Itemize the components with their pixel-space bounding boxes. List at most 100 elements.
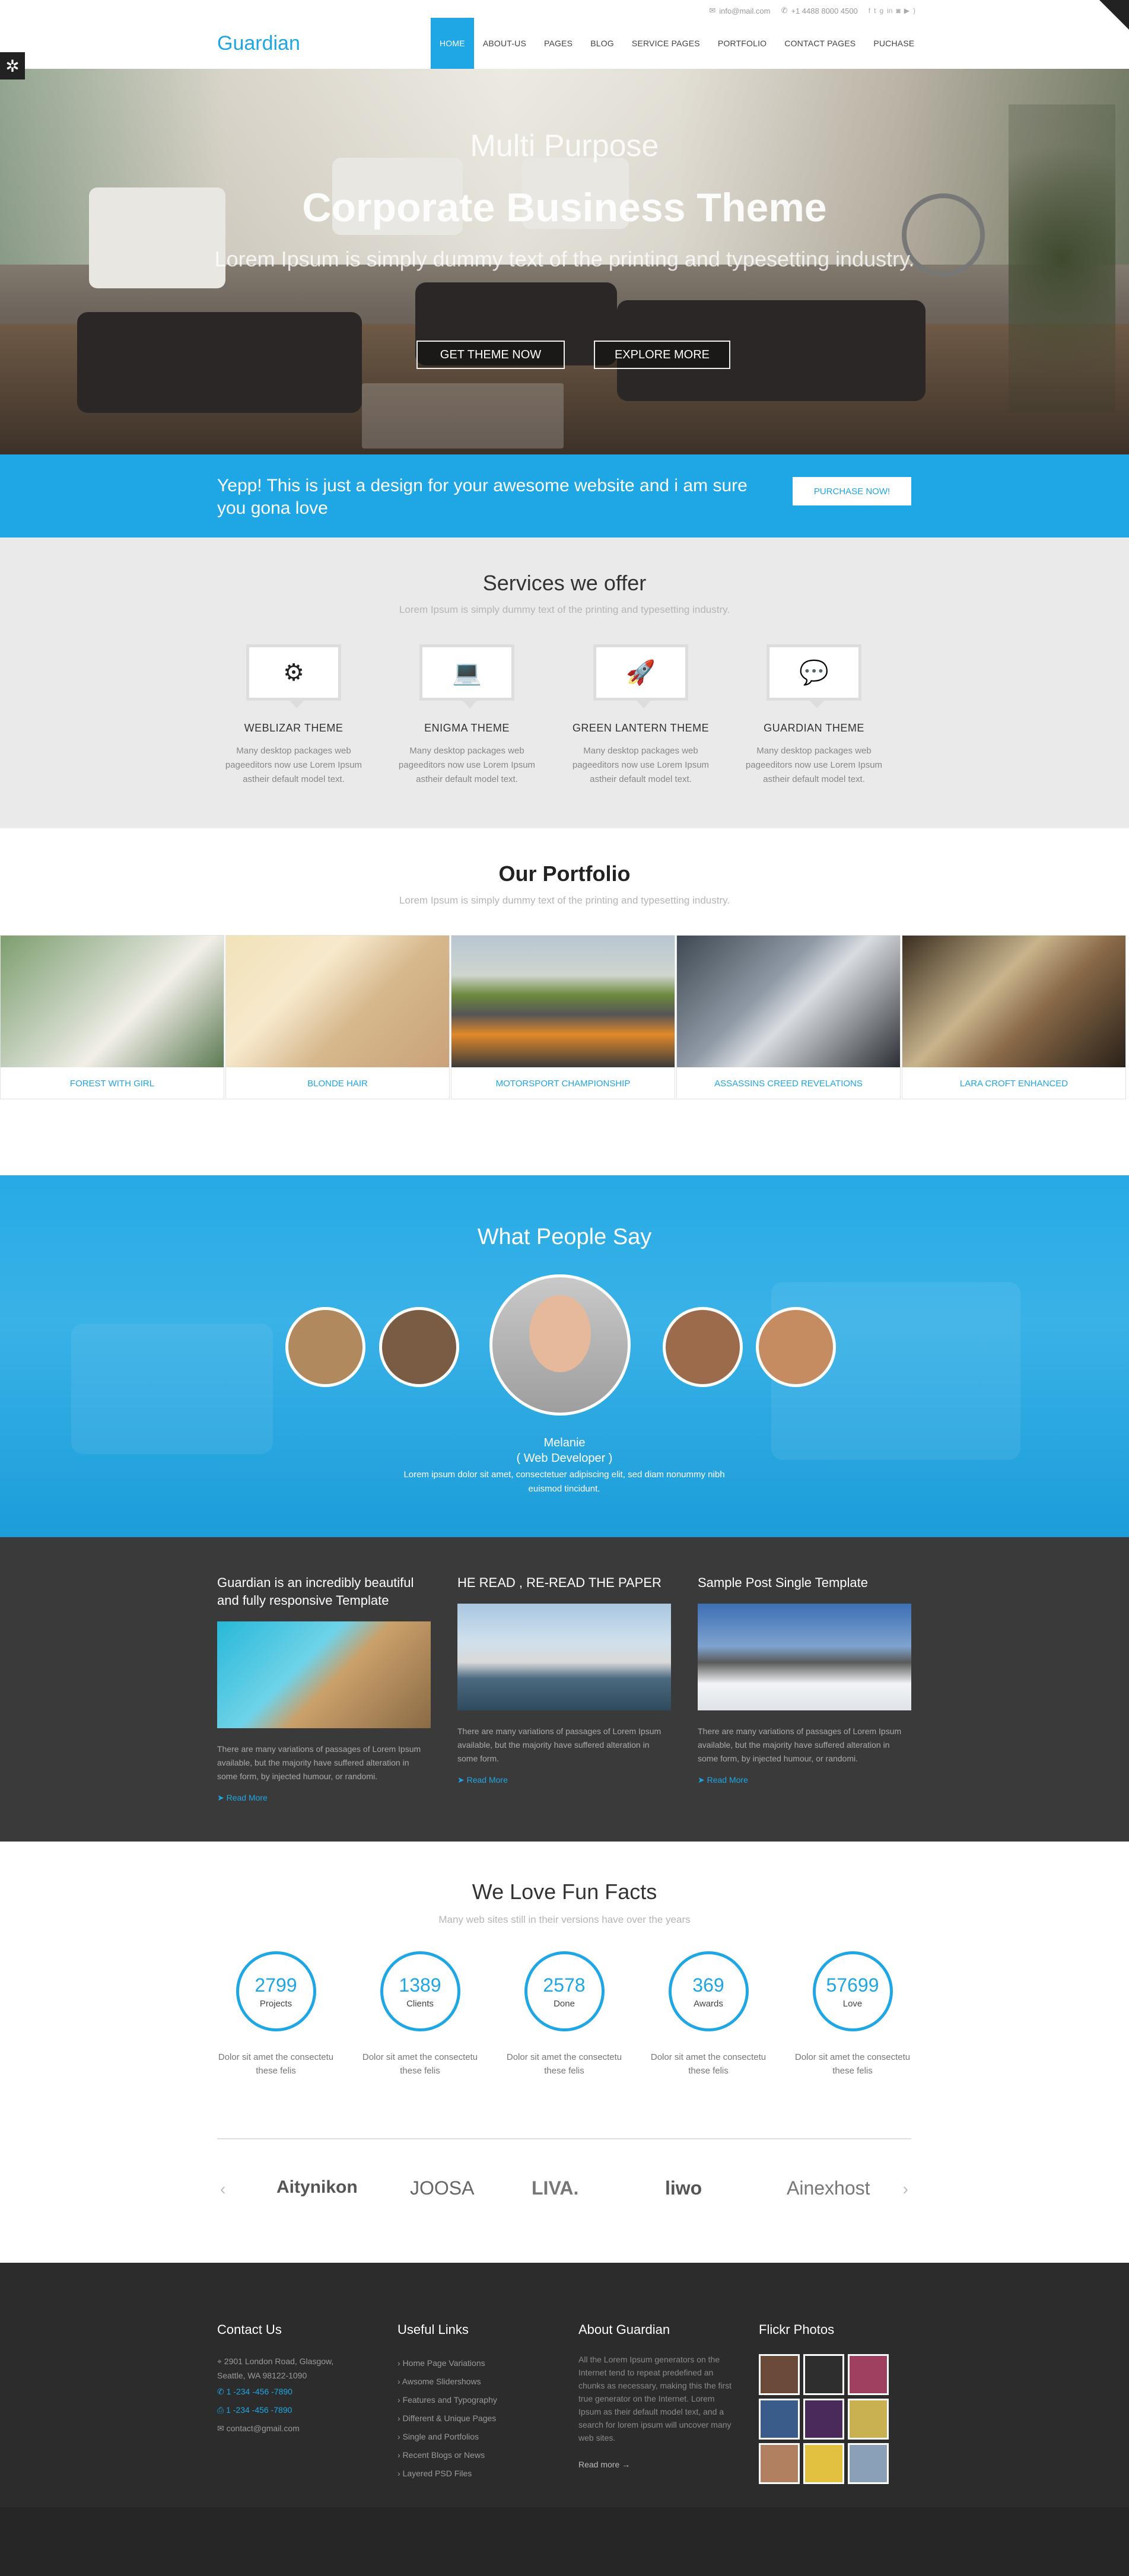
nav-item-blog[interactable]: BLOG — [581, 18, 623, 69]
service-item[interactable]: 💻 ENIGMA THEME Many desktop packages web… — [387, 644, 547, 787]
facts-subtitle: Many web sites still in their versions h… — [438, 1914, 691, 1925]
flickr-photo[interactable] — [848, 2354, 889, 2395]
rss-icon[interactable]: ) — [913, 7, 915, 15]
nav-item-contact-pages[interactable]: CONTACT PAGES — [775, 18, 864, 69]
blog-post-title[interactable]: Guardian is an incredibly beautiful and … — [217, 1574, 431, 1610]
nav-item-puchase[interactable]: PUCHASE — [864, 18, 923, 69]
footer-link[interactable]: › Home Page Variations — [397, 2354, 546, 2373]
client-logo[interactable]: JOOSA — [410, 2177, 474, 2199]
nav-item-about-us[interactable]: ABOUT-US — [474, 18, 535, 69]
flickr-photo[interactable] — [759, 2443, 800, 2484]
service-title: ENIGMA THEME — [424, 722, 510, 734]
flickr-photo[interactable] — [759, 2354, 800, 2395]
footer-heading: About Guardian — [578, 2322, 670, 2337]
flickr-photo[interactable] — [803, 2443, 844, 2484]
purchase-now-button[interactable]: PURCHASE NOW! — [793, 477, 911, 505]
google-plus-icon[interactable]: g — [879, 7, 883, 15]
blog-post-image[interactable] — [217, 1621, 431, 1728]
portfolio-caption[interactable]: BLONDE HAIR — [226, 1067, 449, 1099]
get-theme-button[interactable]: GET THEME NOW — [416, 341, 565, 369]
portfolio-item[interactable]: MOTORSPORT CHAMPIONSHIP — [451, 935, 675, 1099]
flickr-photo[interactable] — [759, 2399, 800, 2440]
flickr-photo[interactable] — [848, 2399, 889, 2440]
read-more-link[interactable]: Read more → — [578, 2460, 733, 2469]
avatar[interactable] — [756, 1307, 836, 1387]
portfolio-image — [451, 936, 675, 1067]
twitter-icon[interactable]: t — [874, 7, 876, 15]
client-logo[interactable]: LIVA. — [532, 2177, 578, 2199]
email-info[interactable]: ✉ info@mail.com — [709, 6, 770, 15]
chevron-left-icon[interactable]: ‹ — [220, 2180, 225, 2199]
clients-carousel: ‹ Aitynikon JOOSA LIVA. liwo Ainexhost › — [217, 2174, 911, 2209]
fact-text: Dolor sit amet the consectetu these feli… — [650, 2052, 767, 2076]
read-more-link[interactable]: ➤ Read More — [457, 1775, 671, 1785]
footer-contact: Contact Us ⌖ 2901 London Road, Glasgow, … — [217, 2322, 365, 2438]
footer-link[interactable]: › Different & Unique Pages — [397, 2409, 546, 2428]
blog-post-image[interactable] — [457, 1604, 671, 1710]
blog-post-excerpt: There are many variations of passages of… — [457, 1726, 662, 1763]
gear-icon: ⚙ — [283, 659, 304, 686]
youtube-icon[interactable]: ▶ — [904, 7, 909, 15]
divider — [217, 2138, 911, 2139]
hero-lead: Lorem Ipsum is simply dummy text of the … — [214, 247, 915, 271]
chevron-right-icon[interactable]: › — [903, 2180, 908, 2199]
client-logo[interactable]: liwo — [665, 2177, 702, 2199]
envelope-icon: ✉ — [709, 6, 716, 15]
facebook-icon[interactable]: f — [869, 7, 870, 15]
linkedin-icon[interactable]: in — [887, 7, 892, 15]
portfolio-item[interactable]: ASSASSINS CREED REVELATIONS — [676, 935, 901, 1099]
phone[interactable]: ✆ 1 -234 -456 -7890 — [217, 2383, 365, 2401]
service-item[interactable]: ⚙ WEBLIZAR THEME Many desktop packages w… — [214, 644, 374, 787]
client-logo[interactable]: Ainexhost — [787, 2177, 870, 2199]
nav-item-home[interactable]: HOME — [431, 18, 474, 69]
avatar[interactable] — [663, 1307, 743, 1387]
footer-link[interactable]: › Features and Typography — [397, 2391, 546, 2409]
phone-icon: ✆ — [217, 2387, 227, 2396]
portfolio-item[interactable]: LARA CROFT ENHANCED — [902, 935, 1126, 1099]
nav-item-portfolio[interactable]: PORTFOLIO — [709, 18, 775, 69]
email[interactable]: ✉ contact@gmail.com — [217, 2419, 365, 2438]
nav-item-service-pages[interactable]: SERVICE PAGES — [623, 18, 709, 69]
contact-list: ⌖ 2901 London Road, Glasgow, Seattle, WA… — [217, 2354, 365, 2438]
fact-label: Done — [554, 1998, 575, 2009]
client-logo[interactable]: Aitynikon — [276, 2177, 358, 2197]
blog-post-image[interactable] — [698, 1604, 911, 1710]
portfolio-item[interactable]: FOREST WITH GIRL — [0, 935, 224, 1099]
site-logo[interactable]: Guardian — [217, 32, 300, 55]
footer-link[interactable]: › Awsome Slidershows — [397, 2373, 546, 2391]
blog-post-title[interactable]: HE READ , RE-READ THE PAPER — [457, 1574, 671, 1592]
fact-item: 2578 Done Dolor sit amet the consectetu t… — [505, 1951, 624, 2078]
footer-link[interactable]: › Recent Blogs or News — [397, 2446, 546, 2464]
portfolio-subtitle: Lorem Ipsum is simply dummy text of the … — [399, 895, 730, 906]
read-more-link[interactable]: ➤ Read More — [698, 1775, 911, 1785]
blog-post-excerpt: There are many variations of passages of… — [698, 1726, 902, 1763]
portfolio-item[interactable]: BLONDE HAIR — [225, 935, 450, 1099]
read-more-link[interactable]: ➤ Read More — [217, 1793, 431, 1803]
portfolio-caption[interactable]: ASSASSINS CREED REVELATIONS — [677, 1067, 900, 1099]
portfolio-caption[interactable]: LARA CROFT ENHANCED — [902, 1067, 1125, 1099]
rocket-icon: 🚀 — [626, 660, 656, 686]
fact-label: Clients — [406, 1998, 434, 2009]
flickr-photo[interactable] — [803, 2354, 844, 2395]
footer-link[interactable]: › Layered PSD Files — [397, 2464, 546, 2483]
style-switcher-gear-icon[interactable]: ✲ — [0, 52, 25, 79]
avatar-active[interactable] — [489, 1274, 631, 1416]
flickr-photo[interactable] — [848, 2443, 889, 2484]
instagram-icon[interactable]: ◙ — [896, 7, 901, 15]
avatar[interactable] — [285, 1307, 365, 1387]
portfolio-image — [677, 936, 900, 1067]
testimonials-section: What People Say Melanie ( Web Developer … — [0, 1175, 1129, 1537]
nav-item-pages[interactable]: PAGES — [535, 18, 581, 69]
blog-post-title[interactable]: Sample Post Single Template — [698, 1574, 911, 1592]
service-icon-box: 💻 — [419, 644, 514, 708]
hero-glass-table — [362, 383, 564, 449]
flickr-photo[interactable] — [803, 2399, 844, 2440]
footer-link[interactable]: › Single and Portfolios — [397, 2428, 546, 2446]
service-item[interactable]: 💬 GUARDIAN THEME Many desktop packages w… — [734, 644, 894, 787]
explore-more-button[interactable]: EXPLORE MORE — [594, 341, 730, 369]
avatar[interactable] — [379, 1307, 459, 1387]
fax[interactable]: ⎙ 1 -234 -456 -7890 — [217, 2401, 365, 2419]
service-item[interactable]: 🚀 GREEN LANTERN THEME Many desktop packa… — [561, 644, 721, 787]
portfolio-caption[interactable]: MOTORSPORT CHAMPIONSHIP — [451, 1067, 675, 1099]
portfolio-caption[interactable]: FOREST WITH GIRL — [1, 1067, 224, 1099]
